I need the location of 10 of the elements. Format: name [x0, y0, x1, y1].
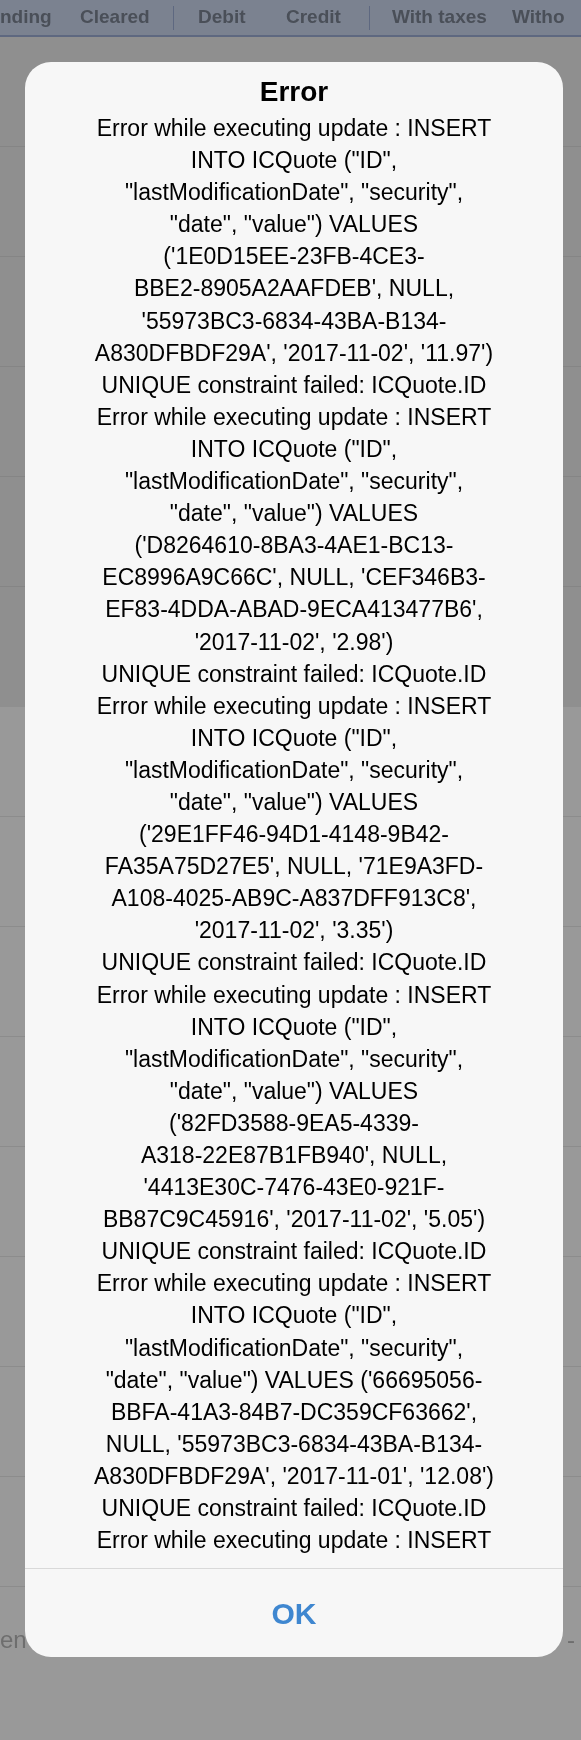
- alert-message: Error while executing update : INSERT INTO ICQuote ("ID", "lastModificationDate", "security", "date", "value") VALUES ('1E0D15EE-23FB-4CE3- BBE2-8905A2AAFDEB', NULL, '55973BC3-6834-43BA-B134- A830DFBDF29A', '2017-11-02', '11.97') UNIQUE constraint failed: ICQuote.ID Error while executing update : INSERT INTO ICQuote ("ID", "lastModificationDate", "security", "date", "value") VALUES ('D8264610-8BA3-4AE1-BC13- EC8996A9C66C', NULL, 'CEF346B3- EF83-4DDA-ABAD-9ECA413477B6', '2017-11-02', '2.98') UNIQUE constraint failed: ICQuote.ID Error while executing update : INSERT INTO ICQuote ("ID", "lastModificationDate", "security", "date", "value") VALUES ('29E1FF46-94D1-4148-9B42- FA35A75D27E5', NULL, '71E9A3FD- A108-4025-AB9C-A837DFF913C8', '2017-11-02', '3.35') UNIQUE constraint failed: ICQuote.ID Error while executing update : INSERT INTO ICQuote ("ID", "lastModificationDate", "security", "date", "value") VALUES ('82FD3588-9EA5-4339- A318-22E87B1FB940', NULL, '4413E30C-7476-43E0-921F- BB87C9C45916', '2017-11-02', '5.05') UNIQUE constraint failed: ICQuote.ID Error while executing update : INSERT INTO ICQuote ("ID", "lastModificationDate", "security", "date", "value") VALUES ('66695056- BBFA-41A3-84B7-DC359CF63662', NULL, '55973BC3-6834-43BA-B134- A830DFBDF29A', '2017-11-01', '12.08') UNIQUE constraint failed: ICQuote.ID Error while executing update : INSERT: [93, 114, 495, 1556]
- column-header[interactable]: Credit: [286, 3, 369, 32]
- row-amount: -: [567, 1628, 575, 1652]
- alert-title: Error: [258, 75, 330, 109]
- column-header[interactable]: Witho: [512, 3, 565, 32]
- column-header[interactable]: With taxes: [392, 3, 512, 32]
- column-header[interactable]: nding: [0, 3, 80, 32]
- ok-button[interactable]: OK: [25, 1569, 563, 1657]
- column-header[interactable]: Cleared: [80, 3, 173, 32]
- column-header[interactable]: Debit: [198, 3, 286, 32]
